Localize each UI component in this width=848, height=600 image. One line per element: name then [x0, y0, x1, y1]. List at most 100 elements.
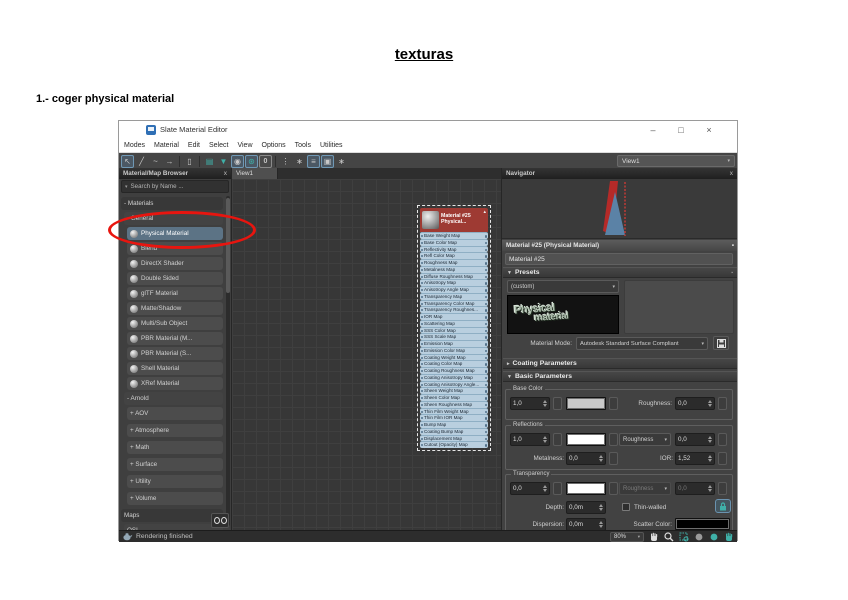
rollout-presets[interactable]: ▼ Presets ▪: [503, 267, 737, 278]
node-slot[interactable]: Displacement Map: [420, 435, 488, 442]
node-slot[interactable]: Thin Film IOR Map: [420, 414, 488, 421]
metalness-map-button[interactable]: [609, 452, 618, 465]
zoom-extents-icon[interactable]: [693, 531, 704, 542]
node-slot[interactable]: Roughness Map: [420, 259, 488, 266]
node-view-canvas[interactable]: Material #25 Physical... ▴ Base Weight M…: [232, 179, 501, 530]
thin-walled-checkbox[interactable]: [622, 503, 630, 511]
browser-item-matte-shadow[interactable]: Matte/Shadow: [127, 302, 223, 315]
save-preset-button[interactable]: [713, 336, 729, 350]
window-titlebar[interactable]: Slate Material Editor – □ ×: [119, 121, 737, 138]
material-by-selection-icon[interactable]: ≡: [307, 155, 320, 168]
menu-select[interactable]: Select: [209, 142, 228, 149]
node-slot[interactable]: SSS Scale Map: [420, 333, 488, 340]
node-slot[interactable]: Coating Anisotropy Map: [420, 374, 488, 381]
node-slot[interactable]: Anisotropy Angle Map: [420, 286, 488, 293]
menu-edit[interactable]: Edit: [188, 142, 200, 149]
menu-utilities[interactable]: Utilities: [320, 142, 343, 149]
reflection-roughness-spinner[interactable]: 0,0: [675, 433, 715, 446]
base-weight-map-button[interactable]: [553, 397, 562, 410]
menu-material[interactable]: Material: [154, 142, 179, 149]
menu-options[interactable]: Options: [262, 142, 286, 149]
node-slot[interactable]: Base Weight Map: [420, 232, 488, 239]
render-preview-icon[interactable]: ~: [149, 155, 162, 168]
node-slot[interactable]: Sheen Weight Map: [420, 387, 488, 394]
scatter-color-swatch[interactable]: [675, 518, 730, 530]
delete-selected-icon[interactable]: ▯: [183, 155, 196, 168]
node-slot[interactable]: Bump Map: [420, 421, 488, 428]
node-slot[interactable]: Cutout (Opacity) Map: [420, 441, 488, 448]
base-color-swatch[interactable]: [566, 397, 606, 410]
node-slot[interactable]: Coating Color Map: [420, 360, 488, 367]
node-collapse-icon[interactable]: ▴: [483, 209, 486, 215]
base-color-map-button[interactable]: [609, 397, 618, 410]
browser-close-icon[interactable]: x: [224, 170, 227, 177]
node-slot[interactable]: Base Color Map: [420, 239, 488, 246]
preset-list-box[interactable]: [624, 280, 734, 334]
node-slot[interactable]: Sheen Color Map: [420, 394, 488, 401]
show-maps-icon[interactable]: 0: [259, 155, 272, 168]
ior-spinner[interactable]: 1,52: [675, 452, 715, 465]
navigator-thumbnail[interactable]: [502, 179, 737, 239]
reflection-color-swatch[interactable]: [566, 433, 606, 446]
ior-map-button[interactable]: [718, 452, 727, 465]
node-slot[interactable]: Emission Map: [420, 340, 488, 347]
base-weight-spinner[interactable]: 1,0: [510, 397, 550, 410]
search-input[interactable]: ▾ Search by Name ...: [121, 180, 229, 193]
base-roughness-map-button[interactable]: [718, 397, 727, 410]
node-slot[interactable]: Emission Color Map: [420, 347, 488, 354]
material-mode-dropdown[interactable]: Autodesk Standard Surface Compliant ▾: [576, 337, 708, 350]
maximize-button[interactable]: □: [675, 125, 687, 135]
base-roughness-spinner[interactable]: 0,0: [675, 397, 715, 410]
thin-walled-lock-button[interactable]: [715, 499, 731, 513]
browser-item-pbr-material-m[interactable]: PBR Material (M...: [127, 332, 223, 345]
transparency-weight-map-button[interactable]: [553, 482, 562, 495]
metalness-spinner[interactable]: 0,0: [566, 452, 606, 465]
reflection-color-map-button[interactable]: [609, 433, 618, 446]
transparency-color-map-button[interactable]: [609, 482, 618, 495]
browser-item-gltf-material[interactable]: glTF Material: [127, 287, 223, 300]
node-slot[interactable]: Coating Roughness Map: [420, 367, 488, 374]
zoom-extents-selected-icon[interactable]: [708, 531, 719, 542]
rollout-coating-parameters[interactable]: ▸ Coating Parameters: [503, 358, 737, 369]
tab-view1[interactable]: View1: [232, 168, 278, 179]
browser-item-aov[interactable]: + AOV: [127, 407, 223, 420]
zoom-level-dropdown[interactable]: 80% ▾: [610, 532, 644, 542]
node-slot[interactable]: IOR Map: [420, 313, 488, 320]
node-slot[interactable]: Reflectivity Map: [420, 246, 488, 253]
connect-nodes-icon[interactable]: →: [163, 155, 176, 168]
material-name-field[interactable]: Material #25: [505, 253, 733, 265]
node-slot[interactable]: Scattering Map: [420, 320, 488, 327]
zoom-tool-icon[interactable]: [663, 531, 674, 542]
node-slot[interactable]: Anisotropy Map: [420, 279, 488, 286]
menu-view[interactable]: View: [237, 142, 252, 149]
depth-spinner[interactable]: 0,0m: [566, 501, 606, 514]
browser-item-pbr-material-s[interactable]: PBR Material (S...: [127, 347, 223, 360]
reflection-weight-spinner[interactable]: 1,0: [510, 433, 550, 446]
node-slot[interactable]: Thin Film Weight Map: [420, 408, 488, 415]
browser-item-surface[interactable]: + Surface: [127, 458, 223, 471]
show-shaded-material-icon[interactable]: ◉: [231, 155, 244, 168]
material-node-header[interactable]: Material #25 Physical... ▴: [420, 208, 488, 232]
browser-item-double-sided[interactable]: Double Sided: [127, 272, 223, 285]
transparency-roughness-map-button[interactable]: [718, 482, 727, 495]
menu-tools[interactable]: Tools: [295, 142, 311, 149]
preset-dropdown[interactable]: (custom) ▾: [507, 280, 619, 293]
reflection-weight-map-button[interactable]: [553, 433, 562, 446]
layout-all-icon[interactable]: ∗: [293, 155, 306, 168]
zoom-region-tool-icon[interactable]: [678, 531, 689, 542]
browser-item-multi-sub-object[interactable]: Multi/Sub Object: [127, 317, 223, 330]
pan-tool-icon[interactable]: [648, 531, 659, 542]
node-slot[interactable]: Sheen Roughness Map: [420, 401, 488, 408]
navigator-close-icon[interactable]: x: [730, 170, 733, 177]
node-slot[interactable]: Coating Anisotropy Angle...: [420, 381, 488, 388]
minimize-button[interactable]: –: [647, 125, 659, 135]
dispersion-spinner[interactable]: 0,0m: [566, 518, 606, 530]
pan-to-selected-icon[interactable]: [723, 531, 734, 542]
layout-vertical-icon[interactable]: ⋮: [279, 155, 292, 168]
find-binoculars-icon[interactable]: [211, 513, 229, 528]
browser-scrollbar[interactable]: [226, 196, 230, 526]
material-node[interactable]: Material #25 Physical... ▴ Base Weight M…: [420, 208, 488, 448]
browser-group-general[interactable]: - General: [124, 212, 223, 225]
node-slot[interactable]: Transparency Color Map: [420, 300, 488, 307]
extra-tool-icon[interactable]: ∗: [335, 155, 348, 168]
